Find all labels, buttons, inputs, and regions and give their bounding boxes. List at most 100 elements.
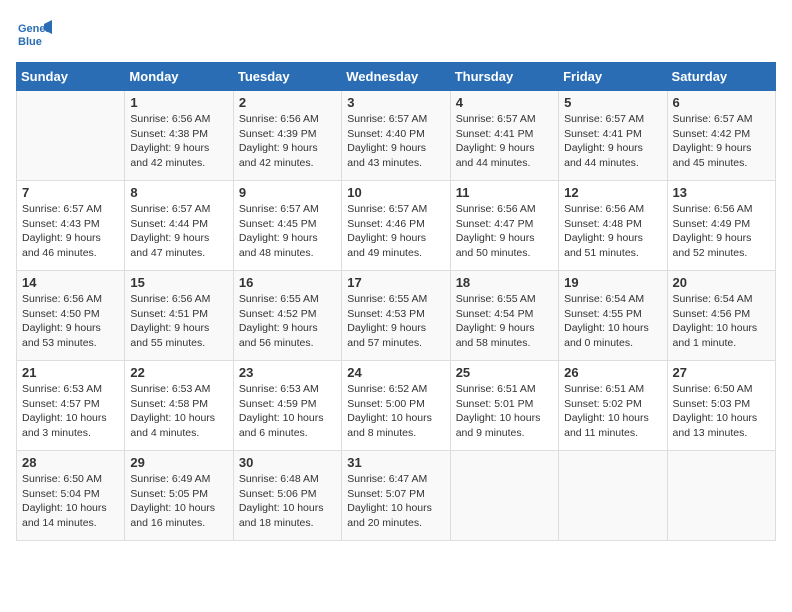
weekday-header-row: SundayMondayTuesdayWednesdayThursdayFrid…: [17, 63, 776, 91]
table-row: [667, 451, 775, 541]
week-row-1: 7 Sunrise: 6:57 AM Sunset: 4:43 PM Daylig…: [17, 181, 776, 271]
day-number: 14: [22, 275, 119, 290]
day-number: 5: [564, 95, 661, 110]
day-info: Sunrise: 6:54 AM Sunset: 4:56 PM Dayligh…: [673, 292, 770, 351]
table-row: 5Sunrise: 6:57 AM Sunset: 4:41 PM Daylig…: [559, 91, 667, 181]
week-row-2: 14 Sunrise: 6:56 AM Sunset: 4:50 PM Dayli…: [17, 271, 776, 361]
table-row: 15 Sunrise: 6:56 AM Sunset: 4:51 PM Dayli…: [125, 271, 233, 361]
weekday-header-saturday: Saturday: [667, 63, 775, 91]
table-row: 28 Sunrise: 6:50 AM Sunset: 5:04 PM Dayli…: [17, 451, 125, 541]
day-info: Sunrise: 6:57 AM Sunset: 4:40 PM Dayligh…: [347, 112, 444, 171]
logo-icon: General Blue: [16, 16, 52, 52]
day-number: 10: [347, 185, 444, 200]
day-number: 15: [130, 275, 227, 290]
table-row: 8Sunrise: 6:57 AM Sunset: 4:44 PM Daylig…: [125, 181, 233, 271]
table-row: 19 Sunrise: 6:54 AM Sunset: 4:55 PM Dayli…: [559, 271, 667, 361]
table-row: 26 Sunrise: 6:51 AM Sunset: 5:02 PM Dayli…: [559, 361, 667, 451]
day-info: Sunrise: 6:55 AM Sunset: 4:52 PM Dayligh…: [239, 292, 336, 351]
table-row: 30Sunrise: 6:48 AM Sunset: 5:06 PM Dayli…: [233, 451, 341, 541]
day-number: 2: [239, 95, 336, 110]
day-info: Sunrise: 6:55 AM Sunset: 4:53 PM Dayligh…: [347, 292, 444, 351]
day-number: 11: [456, 185, 553, 200]
table-row: 25Sunrise: 6:51 AM Sunset: 5:01 PM Dayli…: [450, 361, 558, 451]
table-row: 2Sunrise: 6:56 AM Sunset: 4:39 PM Daylig…: [233, 91, 341, 181]
svg-text:Blue: Blue: [18, 36, 42, 48]
day-info: Sunrise: 6:57 AM Sunset: 4:42 PM Dayligh…: [673, 112, 770, 171]
table-row: [559, 451, 667, 541]
table-row: 4 Sunrise: 6:57 AM Sunset: 4:41 PM Daylig…: [450, 91, 558, 181]
day-number: 17: [347, 275, 444, 290]
table-row: 29 Sunrise: 6:49 AM Sunset: 5:05 PM Dayli…: [125, 451, 233, 541]
table-row: 18 Sunrise: 6:55 AM Sunset: 4:54 PM Dayli…: [450, 271, 558, 361]
table-row: 13 Sunrise: 6:56 AM Sunset: 4:49 PM Dayli…: [667, 181, 775, 271]
day-number: 28: [22, 455, 119, 470]
table-row: 17 Sunrise: 6:55 AM Sunset: 4:53 PM Dayli…: [342, 271, 450, 361]
day-number: 23: [239, 365, 336, 380]
table-row: 9 Sunrise: 6:57 AM Sunset: 4:45 PM Daylig…: [233, 181, 341, 271]
day-number: 7: [22, 185, 119, 200]
table-row: 23Sunrise: 6:53 AM Sunset: 4:59 PM Dayli…: [233, 361, 341, 451]
day-info: Sunrise: 6:56 AM Sunset: 4:50 PM Dayligh…: [22, 292, 119, 351]
day-info: Sunrise: 6:57 AM Sunset: 4:45 PM Dayligh…: [239, 202, 336, 261]
day-info: Sunrise: 6:56 AM Sunset: 4:49 PM Dayligh…: [673, 202, 770, 261]
day-number: 8: [130, 185, 227, 200]
table-row: 27 Sunrise: 6:50 AM Sunset: 5:03 PM Dayli…: [667, 361, 775, 451]
day-number: 4: [456, 95, 553, 110]
week-row-0: 1 Sunrise: 6:56 AM Sunset: 4:38 PM Daylig…: [17, 91, 776, 181]
table-row: 22 Sunrise: 6:53 AM Sunset: 4:58 PM Dayli…: [125, 361, 233, 451]
day-number: 21: [22, 365, 119, 380]
weekday-header-thursday: Thursday: [450, 63, 558, 91]
day-number: 29: [130, 455, 227, 470]
day-info: Sunrise: 6:56 AM Sunset: 4:47 PM Dayligh…: [456, 202, 553, 261]
day-info: Sunrise: 6:48 AM Sunset: 5:06 PM Dayligh…: [239, 472, 336, 531]
day-number: 6: [673, 95, 770, 110]
table-row: 7 Sunrise: 6:57 AM Sunset: 4:43 PM Daylig…: [17, 181, 125, 271]
day-number: 19: [564, 275, 661, 290]
day-info: Sunrise: 6:55 AM Sunset: 4:54 PM Dayligh…: [456, 292, 553, 351]
day-number: 22: [130, 365, 227, 380]
day-info: Sunrise: 6:47 AM Sunset: 5:07 PM Dayligh…: [347, 472, 444, 531]
day-info: Sunrise: 6:57 AM Sunset: 4:46 PM Dayligh…: [347, 202, 444, 261]
day-number: 26: [564, 365, 661, 380]
table-row: 20Sunrise: 6:54 AM Sunset: 4:56 PM Dayli…: [667, 271, 775, 361]
day-info: Sunrise: 6:50 AM Sunset: 5:04 PM Dayligh…: [22, 472, 119, 531]
weekday-header-wednesday: Wednesday: [342, 63, 450, 91]
day-number: 13: [673, 185, 770, 200]
table-row: 6 Sunrise: 6:57 AM Sunset: 4:42 PM Daylig…: [667, 91, 775, 181]
day-info: Sunrise: 6:53 AM Sunset: 4:57 PM Dayligh…: [22, 382, 119, 441]
table-row: 16 Sunrise: 6:55 AM Sunset: 4:52 PM Dayli…: [233, 271, 341, 361]
table-row: 12Sunrise: 6:56 AM Sunset: 4:48 PM Dayli…: [559, 181, 667, 271]
weekday-header-tuesday: Tuesday: [233, 63, 341, 91]
day-number: 27: [673, 365, 770, 380]
calendar-table: SundayMondayTuesdayWednesdayThursdayFrid…: [16, 62, 776, 541]
day-info: Sunrise: 6:50 AM Sunset: 5:03 PM Dayligh…: [673, 382, 770, 441]
weekday-header-friday: Friday: [559, 63, 667, 91]
day-info: Sunrise: 6:53 AM Sunset: 4:58 PM Dayligh…: [130, 382, 227, 441]
table-row: 11 Sunrise: 6:56 AM Sunset: 4:47 PM Dayli…: [450, 181, 558, 271]
day-info: Sunrise: 6:51 AM Sunset: 5:02 PM Dayligh…: [564, 382, 661, 441]
table-row: [450, 451, 558, 541]
day-info: Sunrise: 6:51 AM Sunset: 5:01 PM Dayligh…: [456, 382, 553, 441]
day-number: 31: [347, 455, 444, 470]
weekday-header-monday: Monday: [125, 63, 233, 91]
table-row: 21 Sunrise: 6:53 AM Sunset: 4:57 PM Dayli…: [17, 361, 125, 451]
day-number: 12: [564, 185, 661, 200]
weekday-header-sunday: Sunday: [17, 63, 125, 91]
day-number: 1: [130, 95, 227, 110]
day-info: Sunrise: 6:52 AM Sunset: 5:00 PM Dayligh…: [347, 382, 444, 441]
table-row: 10 Sunrise: 6:57 AM Sunset: 4:46 PM Dayli…: [342, 181, 450, 271]
table-row: 31 Sunrise: 6:47 AM Sunset: 5:07 PM Dayli…: [342, 451, 450, 541]
table-row: 24Sunrise: 6:52 AM Sunset: 5:00 PM Dayli…: [342, 361, 450, 451]
page-header: General Blue: [16, 16, 776, 52]
day-number: 9: [239, 185, 336, 200]
day-info: Sunrise: 6:54 AM Sunset: 4:55 PM Dayligh…: [564, 292, 661, 351]
day-info: Sunrise: 6:57 AM Sunset: 4:43 PM Dayligh…: [22, 202, 119, 261]
table-row: [17, 91, 125, 181]
day-info: Sunrise: 6:56 AM Sunset: 4:51 PM Dayligh…: [130, 292, 227, 351]
day-info: Sunrise: 6:49 AM Sunset: 5:05 PM Dayligh…: [130, 472, 227, 531]
day-info: Sunrise: 6:56 AM Sunset: 4:38 PM Dayligh…: [130, 112, 227, 171]
day-info: Sunrise: 6:57 AM Sunset: 4:41 PM Dayligh…: [456, 112, 553, 171]
day-number: 3: [347, 95, 444, 110]
day-number: 18: [456, 275, 553, 290]
day-number: 16: [239, 275, 336, 290]
